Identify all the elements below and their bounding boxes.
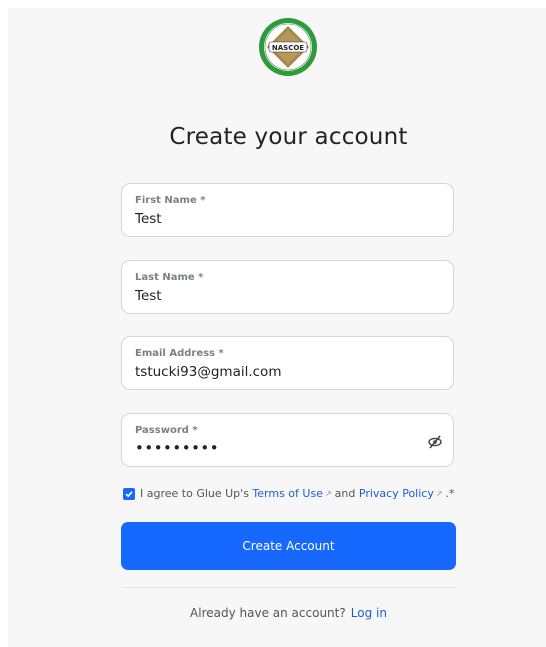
password-label: Password * [135,425,198,436]
email-label: Email Address * [135,348,224,359]
first-name-value[interactable]: Test [135,211,162,227]
login-prompt-row: Already have an account? Log in [0,606,546,620]
terms-of-use-link[interactable]: Terms of Use [252,487,323,500]
agree-suffix: .* [445,487,455,500]
nascoe-logo: NASCOE [258,17,318,77]
external-link-icon: ↗ [435,489,443,498]
privacy-policy-link[interactable]: Privacy Policy [359,487,434,500]
eye-slash-icon[interactable] [427,434,443,450]
last-name-label: Last Name * [135,272,204,283]
terms-agreement: I agree to Glue Up's Terms of Use ↗ and Pr… [123,487,455,500]
last-name-value[interactable]: Test [135,288,162,304]
first-name-label: First Name * [135,195,206,206]
login-prompt: Already have an account? [190,606,346,620]
terms-checkbox[interactable] [123,487,135,500]
external-link-icon: ↗ [324,489,332,498]
first-name-field[interactable]: First Name * Test [121,183,454,237]
logo-text: NASCOE [272,44,304,52]
page-title: Create your account [169,124,408,150]
password-value[interactable]: ••••••••• [135,439,219,457]
divider [121,587,456,588]
password-field[interactable]: Password * ••••••••• [121,413,454,467]
log-in-link[interactable]: Log in [351,606,387,620]
create-account-button[interactable]: Create Account [121,522,456,570]
last-name-field[interactable]: Last Name * Test [121,260,454,314]
agree-and: and [334,487,356,500]
email-field[interactable]: Email Address * tstucki93@gmail.com [121,336,454,390]
email-value[interactable]: tstucki93@gmail.com [135,364,281,380]
agree-prefix: I agree to Glue Up's [140,487,249,500]
